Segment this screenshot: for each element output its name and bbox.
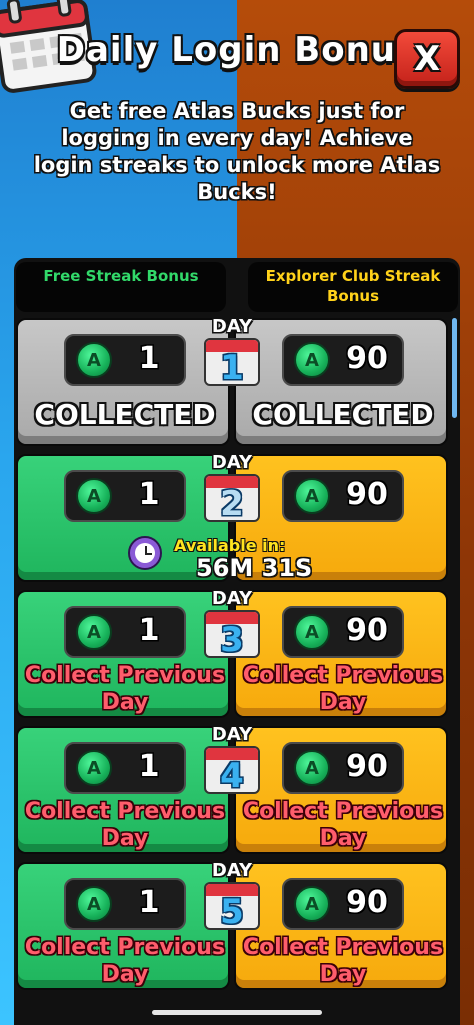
day-badge-1: DAY 1 (202, 316, 262, 392)
day-badge-4: DAY 4 (202, 724, 262, 800)
reward-amount-box: A 1 (64, 878, 186, 930)
atlas-bucks-coin-icon: A (76, 478, 112, 514)
free-reward-card-day-5[interactable]: A 1 Collect Previous Day (16, 862, 230, 990)
collect-previous-day-label: Collect Previous Day (24, 663, 226, 715)
day-number: 3 (220, 620, 244, 658)
day-label: DAY (211, 588, 253, 609)
atlas-bucks-coin-icon: A (294, 478, 330, 514)
reward-amount: 1 (138, 341, 160, 376)
free-reward-card-day-1[interactable]: A 1 COLLECTED (16, 318, 230, 446)
available-in-label: Available in: (174, 536, 286, 555)
day-calendar-icon: 3 (204, 610, 260, 658)
explorer-club-streak-header: Explorer Club Streak Bonus (248, 262, 458, 312)
reward-amount: 90 (346, 613, 388, 648)
free-reward-card-day-4[interactable]: A 1 Collect Previous Day (16, 726, 230, 854)
club-reward-card-day-5[interactable]: A 90 Collect Previous Day (234, 862, 448, 990)
collect-previous-day-label: Collect Previous Day (24, 799, 226, 851)
day-label: DAY (211, 724, 253, 745)
day-label: DAY (211, 452, 253, 473)
scrollbar[interactable] (452, 318, 457, 418)
reward-amount: 90 (346, 341, 388, 376)
atlas-bucks-coin-icon: A (76, 614, 112, 650)
reward-amount-box: A 1 (64, 470, 186, 522)
collected-label: COLLECTED (252, 398, 434, 431)
collect-previous-day-label: Collect Previous Day (242, 663, 444, 715)
close-button[interactable]: X (394, 29, 460, 89)
day-number: 4 (220, 756, 244, 794)
countdown-time: 56M 31S (196, 554, 313, 582)
day-badge-3: DAY 3 (202, 588, 262, 664)
reward-amount-box: A 90 (282, 742, 404, 794)
day-row-1: A 1 COLLECTED A 90 COLLECTED DAY 1 (16, 316, 448, 446)
day-row-5: A 1 Collect Previous Day A 90 Collect Pr… (16, 860, 448, 990)
reward-amount: 90 (346, 477, 388, 512)
collect-previous-day-label: Collect Previous Day (24, 935, 226, 987)
reward-amount: 1 (138, 477, 160, 512)
day-badge-5: DAY 5 (202, 860, 262, 936)
day-calendar-icon: 2 (204, 474, 260, 522)
clock-icon (128, 536, 162, 570)
close-icon: X (413, 39, 441, 79)
reward-amount: 90 (346, 885, 388, 920)
atlas-bucks-coin-icon: A (76, 750, 112, 786)
reward-amount-box: A 1 (64, 742, 186, 794)
collect-previous-day-label: Collect Previous Day (242, 799, 444, 851)
reward-amount: 90 (346, 749, 388, 784)
day-row-2: A 1 A 90 DAY 2 Available in: 56M 31S (16, 452, 448, 582)
day-row-4: A 1 Collect Previous Day A 90 Collect Pr… (16, 724, 448, 854)
atlas-bucks-coin-icon: A (294, 614, 330, 650)
day-row-3: A 1 Collect Previous Day A 90 Collect Pr… (16, 588, 448, 718)
day-calendar-icon: 1 (204, 338, 260, 386)
reward-amount: 1 (138, 613, 160, 648)
reward-amount-box: A 90 (282, 470, 404, 522)
club-reward-card-day-3[interactable]: A 90 Collect Previous Day (234, 590, 448, 718)
reward-amount: 1 (138, 749, 160, 784)
atlas-bucks-coin-icon: A (76, 886, 112, 922)
collect-previous-day-label: Collect Previous Day (242, 935, 444, 987)
club-reward-card-day-1[interactable]: A 90 COLLECTED (234, 318, 448, 446)
home-indicator[interactable] (152, 1010, 322, 1015)
day-label: DAY (211, 316, 253, 337)
free-reward-card-day-3[interactable]: A 1 Collect Previous Day (16, 590, 230, 718)
atlas-bucks-coin-icon: A (294, 342, 330, 378)
day-calendar-icon: 4 (204, 746, 260, 794)
day-calendar-icon: 5 (204, 882, 260, 930)
subtitle: Get free Atlas Bucks just for logging in… (33, 99, 441, 204)
day-number: 1 (220, 348, 244, 386)
day-number: 2 (220, 484, 244, 522)
reward-amount-box: A 90 (282, 334, 404, 386)
reward-amount: 1 (138, 885, 160, 920)
club-reward-card-day-4[interactable]: A 90 Collect Previous Day (234, 726, 448, 854)
atlas-bucks-coin-icon: A (76, 342, 112, 378)
reward-amount-box: A 1 (64, 334, 186, 386)
day-label: DAY (211, 860, 253, 881)
atlas-bucks-coin-icon: A (294, 886, 330, 922)
atlas-bucks-coin-icon: A (294, 750, 330, 786)
day-number: 5 (220, 892, 244, 930)
reward-amount-box: A 1 (64, 606, 186, 658)
reward-amount-box: A 90 (282, 606, 404, 658)
free-streak-header: Free Streak Bonus (16, 262, 226, 312)
reward-amount-box: A 90 (282, 878, 404, 930)
day-badge-2: DAY 2 (202, 452, 262, 528)
collected-label: COLLECTED (34, 398, 216, 431)
